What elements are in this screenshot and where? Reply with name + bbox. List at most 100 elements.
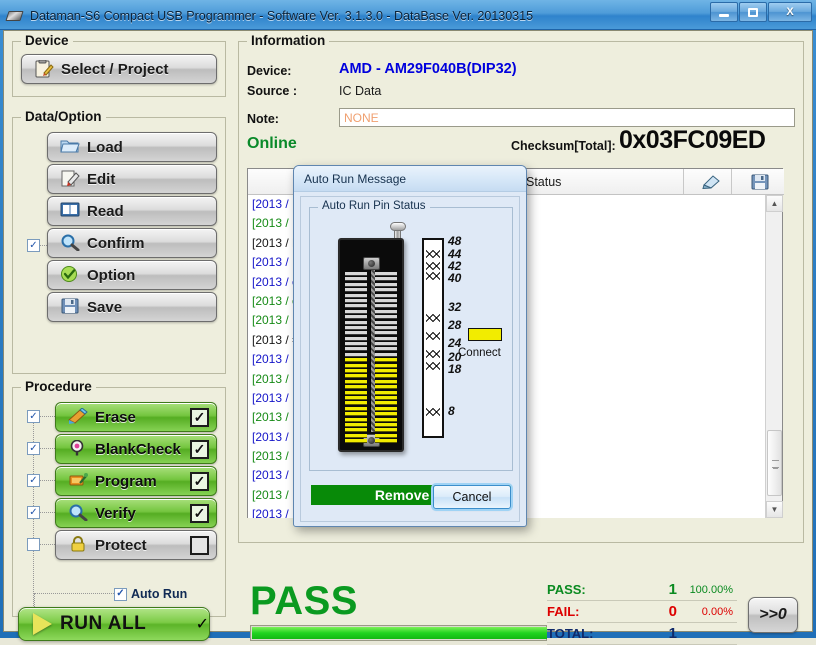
read-button[interactable]: Read <box>47 196 217 226</box>
close-button[interactable]: X <box>768 2 812 22</box>
auto-run-label: Auto Run <box>131 587 187 601</box>
zif-pin <box>345 315 367 318</box>
scroll-up-icon[interactable]: ▲ <box>766 195 783 212</box>
total-value: 1 <box>617 625 677 642</box>
auto-run-checkbox[interactable]: ✓ <box>114 588 127 601</box>
zif-pin <box>375 342 397 345</box>
auto-run-row[interactable]: ✓ Auto Run <box>114 587 187 601</box>
zif-pin <box>345 439 367 442</box>
load-button[interactable]: Load <box>47 132 217 162</box>
pin-label-32: 32 <box>448 300 461 314</box>
zif-pin <box>375 321 397 324</box>
next-button[interactable]: >>0 <box>748 597 798 633</box>
blankcheck-checkbox[interactable]: ✓ <box>27 442 40 455</box>
zif-pin <box>375 364 397 367</box>
zif-body <box>338 238 404 452</box>
edit-button[interactable]: Edit <box>47 164 217 194</box>
program-label: Program <box>95 473 190 490</box>
data-option-group-legend: Data/Option <box>21 109 106 124</box>
pass-value: 1 <box>617 581 677 598</box>
zif-pins-left <box>345 272 367 432</box>
zif-pin <box>345 294 367 297</box>
program-checkbox[interactable]: ✓ <box>27 474 40 487</box>
confirm-button[interactable]: Confirm <box>47 228 217 258</box>
play-icon <box>33 613 52 635</box>
clipboard-edit-icon <box>34 60 54 78</box>
verify-checkbox[interactable]: ✓ <box>27 506 40 519</box>
verdict-text: PASS <box>250 579 358 624</box>
zif-pin <box>375 347 397 350</box>
confirm-label: Confirm <box>87 235 216 252</box>
zif-pin <box>345 423 367 426</box>
zif-pin <box>375 434 397 437</box>
blankcheck-button[interactable]: BlankCheck ✓ <box>55 434 217 464</box>
read-label: Read <box>87 203 216 220</box>
erase-button[interactable]: Erase ✓ <box>55 402 217 432</box>
zif-pin <box>345 434 367 437</box>
progress-bar <box>250 625 547 641</box>
zif-pin <box>375 412 397 415</box>
zif-pin <box>345 277 367 280</box>
option-button[interactable]: Option <box>47 260 217 290</box>
pencil-page-icon <box>60 170 80 188</box>
floppy-disk-icon <box>60 298 80 316</box>
erase-status-check: ✓ <box>190 408 209 427</box>
zif-pin <box>345 396 367 399</box>
zif-pin <box>375 439 397 442</box>
zif-lever-handle <box>390 222 406 231</box>
zif-pin <box>375 401 397 404</box>
zif-pin <box>345 353 367 356</box>
zif-pin <box>375 418 397 421</box>
counters: PASS: 1 100.00% FAIL: 0 0.00% TOTAL: 1 <box>547 579 737 645</box>
fail-label: FAIL: <box>547 604 617 619</box>
cancel-button[interactable]: Cancel <box>433 485 511 509</box>
protect-button[interactable]: Protect <box>55 530 217 560</box>
pin-label-28: 28 <box>448 318 461 332</box>
erase-checkbox[interactable]: ✓ <box>27 410 40 423</box>
run-all-button[interactable]: RUN ALL ✓ <box>18 607 210 641</box>
zif-pin <box>345 364 367 367</box>
scroll-down-icon[interactable]: ▼ <box>766 501 783 518</box>
protect-checkbox[interactable] <box>27 538 40 551</box>
verify-label: Verify <box>95 505 190 522</box>
save-icon[interactable] <box>732 169 780 194</box>
confirm-checkbox[interactable]: ✓ <box>27 239 40 252</box>
log-scrollbar[interactable]: ▲ ▼ <box>765 195 782 518</box>
blankcheck-status-check: ✓ <box>190 440 209 459</box>
progress-fill <box>252 627 547 639</box>
checksum-value: 0x03FC09ED <box>619 126 765 155</box>
save-button[interactable]: Save <box>47 292 217 322</box>
select-project-button[interactable]: Select / Project <box>21 54 217 84</box>
zif-pin <box>375 283 397 286</box>
zif-pin <box>345 272 367 275</box>
fail-value: 0 <box>617 603 677 620</box>
zif-pin <box>345 321 367 324</box>
minimize-button[interactable] <box>710 2 738 22</box>
device-group: Device Select / Project <box>12 41 226 97</box>
green-check-icon <box>60 266 80 284</box>
save-label: Save <box>87 299 216 316</box>
data-option-group: Data/Option Load Edit Read ✓ <box>12 117 226 374</box>
chip-icon <box>6 7 24 25</box>
pass-percent: 100.00% <box>677 584 737 596</box>
device-label: Device: <box>247 64 291 78</box>
information-group-legend: Information <box>247 33 329 48</box>
zif-pin <box>345 310 367 313</box>
option-label: Option <box>87 267 216 284</box>
pin-label-8: 8 <box>448 404 455 418</box>
total-label: TOTAL: <box>547 626 617 641</box>
fail-row: FAIL: 0 0.00% <box>547 601 737 623</box>
connect-legend-label: Connect <box>458 347 501 359</box>
pin-status-group: Auto Run Pin Status <box>309 207 513 471</box>
log-column-status[interactable]: Status <box>518 169 684 194</box>
zif-pin <box>345 428 367 431</box>
zif-pin <box>345 418 367 421</box>
eraser-icon[interactable] <box>684 169 732 194</box>
maximize-button[interactable] <box>739 2 767 22</box>
program-button[interactable]: Program ✓ <box>55 466 217 496</box>
verify-button[interactable]: Verify ✓ <box>55 498 217 528</box>
pin-label-48: 48 <box>448 234 461 248</box>
scrollbar-thumb[interactable] <box>767 430 782 496</box>
note-input[interactable]: NONE <box>339 108 795 127</box>
zif-pin <box>375 326 397 329</box>
